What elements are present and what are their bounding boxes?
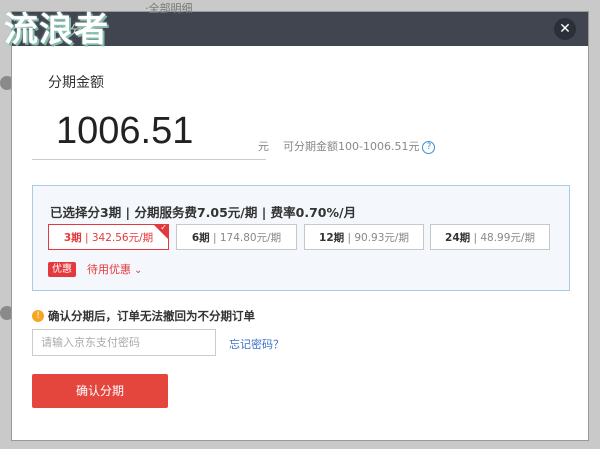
plan-separator: | [470,232,481,244]
close-icon[interactable]: ✕ [554,18,576,40]
installment-dialog: 以分期 ✕ 分期金额 1006.51 元 可分期金额100-1006.51元? … [12,12,588,440]
plan-summary: 已选择分3期 | 分期服务费7.05元/期 | 费率0.70%/月 [50,205,357,220]
amount-underline [32,159,266,160]
help-icon[interactable]: ? [422,140,436,154]
plan-option-24[interactable]: 24期 | 48.99元/期 [430,224,550,250]
plan-option-3[interactable]: 3期 | 342.56元/期 ✓ [48,223,169,250]
payment-password-input[interactable] [32,329,216,356]
background-text: ·全部明细 [145,2,193,15]
plan-period: 3期 [63,232,82,244]
plan-amount: 90.93元/期 [354,232,409,244]
check-icon: ✓ [160,223,167,232]
plan-box: 已选择分3期 | 分期服务费7.05元/期 | 费率0.70%/月 3期 | 3… [32,185,570,291]
chevron-down-icon: ⌄ [134,265,143,276]
plan-period: 24期 [445,232,471,244]
amount-value: 1006.51 [56,110,194,152]
amount-label: 分期金额 [48,75,104,91]
warning-icon: ! [32,310,44,322]
plan-separator: | [81,232,92,244]
plan-option-12[interactable]: 12期 | 90.93元/期 [304,224,424,250]
discount-badge: 优惠 [48,262,76,277]
plan-separator: | [209,232,220,244]
amount-unit: 元 [258,140,269,153]
warning-row: ! 确认分期后，订单无法撤回为不分期订单 [32,308,255,324]
plan-option-6[interactable]: 6期 | 174.80元/期 [176,224,297,250]
plan-amount: 174.80元/期 [219,232,282,244]
warning-text: 确认分期后，订单无法撤回为不分期订单 [48,309,255,323]
plan-period: 6期 [191,232,210,244]
confirm-installment-button[interactable]: 确认分期 [32,374,168,408]
discount-link[interactable]: 待用优惠 ⌄ [87,261,142,277]
amount-range-text: 可分期金额100-1006.51元 [283,140,420,153]
plan-period: 12期 [319,232,345,244]
plan-amount: 48.99元/期 [480,232,535,244]
discount-link-label: 待用优惠 [87,263,131,276]
plan-separator: | [344,232,355,244]
forgot-password-link[interactable]: 忘记密码？ [229,336,284,352]
plan-amount: 342.56元/期 [91,232,154,244]
amount-range: 可分期金额100-1006.51元? [283,138,436,154]
watermark: 流浪者 [4,10,109,50]
